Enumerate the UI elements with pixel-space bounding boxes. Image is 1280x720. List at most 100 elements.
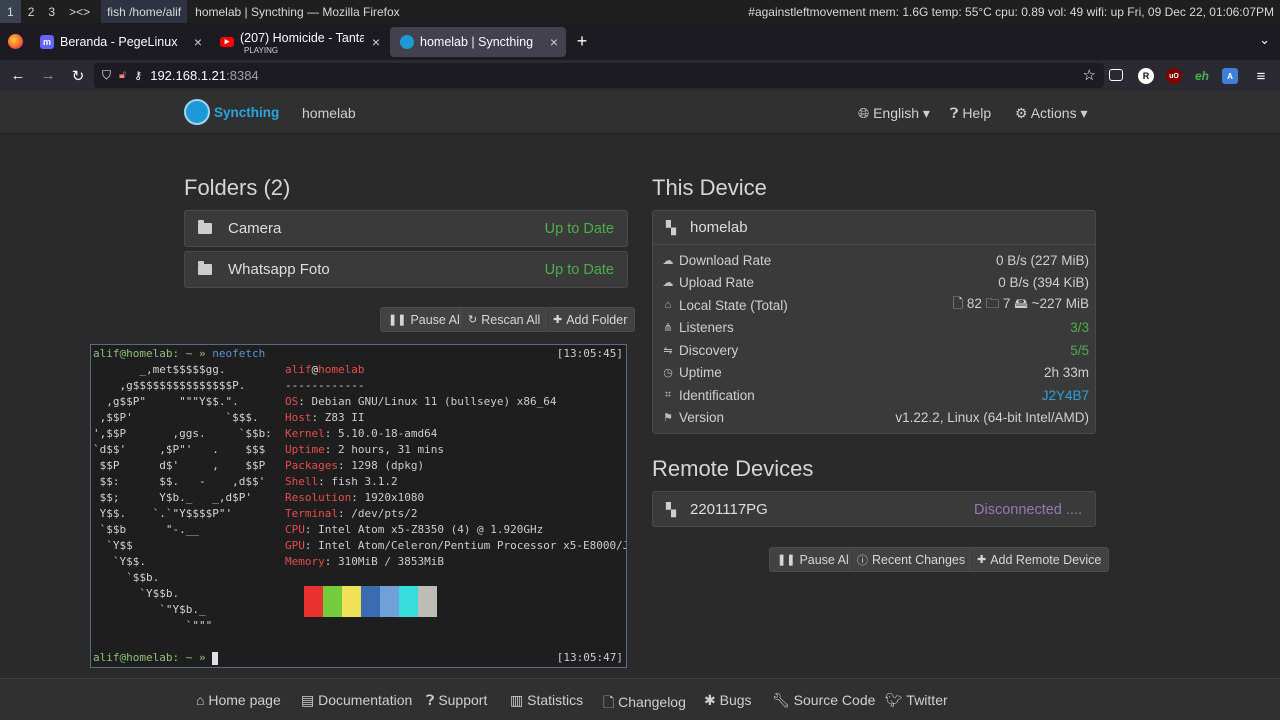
info-value: : Debian GNU/Linux 11 (bullseye) x86_64 [298, 395, 557, 408]
add-folder-button[interactable]: ✚ Add Folder [545, 307, 636, 332]
url-host: 192.168.1.21 [150, 68, 227, 83]
tab-playing-label: PLAYING [244, 45, 279, 55]
folder-state: Up to Date [544, 261, 614, 278]
tab-youtube[interactable]: ▸ (207) Homicide - Tantang PLAYING × [210, 27, 386, 57]
terminal-cursor [212, 651, 219, 665]
info-key: Packages [285, 459, 338, 472]
info-value: : 5.10.0-18-amd64 [324, 427, 438, 440]
reload-icon[interactable]: ↻ [63, 67, 93, 85]
book-icon: ▤ [301, 692, 315, 708]
extension-eh-icon[interactable]: eh [1194, 68, 1210, 84]
footer-home-page[interactable]: ⌂ Home page [196, 692, 281, 708]
forward-icon[interactable]: → [33, 67, 63, 84]
footer-statistics[interactable]: ▥ Statistics [510, 692, 583, 709]
plus-icon: ✚ [553, 314, 563, 326]
pocket-icon[interactable] [1109, 69, 1123, 81]
this-device-header[interactable]: ▚ homelab [653, 211, 1095, 245]
nav-bar: ← → ↻ ⛉ 🔓︎ ⚷ 192.168.1.21:8384 ☆ R uO eh… [0, 60, 1280, 91]
menu-icon[interactable]: ≡ [1253, 68, 1269, 85]
tab-pegelinux[interactable]: m Beranda - PegeLinux × [30, 27, 210, 57]
footer-label: Statistics [527, 692, 584, 708]
refresh-icon: ↻ [468, 314, 478, 326]
app-navbar: Syncthing homelab 🌐︎ English ▾ ❓︎ Help ⚙… [0, 91, 1280, 134]
info-line: Kernel: 5.10.0-18-amd64 [285, 426, 437, 442]
footer-bugs[interactable]: ✱ Bugs [704, 692, 752, 709]
button-label: Rescan All [481, 312, 541, 327]
palette-swatch [323, 586, 342, 617]
folder-camera[interactable]: Camera Up to Date [184, 210, 628, 247]
remote-device-2201117pg[interactable]: ▚ 2201117PG Disconnected .... [652, 491, 1096, 527]
device-row-label: Upload Rate [679, 275, 755, 291]
terminal-user: alif [285, 363, 312, 376]
terminal-window[interactable]: alif@homelab: ~ » neofetch [13:05:45] _,… [90, 344, 627, 668]
qr-code-icon: ▚ [666, 501, 676, 517]
translate-icon[interactable]: A [1222, 68, 1238, 84]
logo-line: $$: $$. - ,d$$' [93, 475, 266, 488]
extension-r-icon[interactable]: R [1138, 68, 1154, 84]
recent-changes-button[interactable]: ⓘ Recent Changes [849, 547, 974, 572]
info-key: OS [285, 395, 299, 408]
terminal-time-2: [13:05:47] [556, 651, 623, 664]
pause-icon: ❚❚ [388, 314, 407, 326]
actions-menu[interactable]: ⚙ Actions ▾ [1015, 105, 1088, 122]
wm-active-command[interactable]: fish /home/alif [101, 0, 188, 23]
device-row: ⌂ Local State (Total) 🗋 82 🗀 7 🖴 ~227 MiB [661, 294, 1089, 317]
key-icon[interactable]: ⚷ [134, 69, 142, 82]
footer-documentation[interactable]: ▤ Documentation [301, 692, 412, 709]
device-row: ⚑ Version v1.22.2, Linux (64-bit Intel/AMD… [661, 407, 1089, 430]
workspace-3[interactable]: 3 [41, 0, 62, 23]
new-tab-icon[interactable]: + [566, 31, 598, 52]
button-label: Recent Changes [872, 552, 966, 567]
button-label: Add Folder [566, 312, 628, 327]
device-row: ☁ Download Rate 0 B/s (227 MiB) [661, 249, 1090, 272]
footer-changelog[interactable]: 🗋︎ Changelog [603, 692, 686, 716]
logo-line: ,g$$$$$$$$$$$$$$$P. [93, 379, 246, 392]
device-row-value: v1.22.2, Linux (64-bit Intel/AMD) [895, 410, 1089, 426]
lock-insecure-icon[interactable]: 🔓︎ [119, 69, 126, 82]
file-icon: 🗋︎ [603, 694, 615, 710]
device-row-label: Identification [679, 387, 755, 403]
button-label: Add Remote Device [990, 552, 1102, 567]
shield-icon[interactable]: ⛉ [102, 68, 111, 83]
footer-support[interactable]: ❓︎ Support [426, 692, 487, 709]
close-icon[interactable]: × [372, 34, 380, 50]
info-value: : Z83 II [311, 411, 365, 424]
logo-line: `""" [93, 619, 213, 632]
back-icon[interactable]: ← [3, 67, 33, 84]
ublock-icon[interactable]: uO [1166, 68, 1182, 84]
pause-all-folders-button[interactable]: ❚❚ Pause All [380, 307, 471, 332]
url-bar[interactable]: ⛉ 🔓︎ ⚷ 192.168.1.21:8384 ☆ [94, 63, 1104, 88]
list-tabs-icon[interactable]: ⌄ [1259, 32, 1270, 48]
workspace-1[interactable]: 1 [0, 0, 21, 23]
logo-line: `Y$$ [93, 539, 133, 552]
url-port: :8384 [226, 68, 259, 83]
workspace-layout[interactable]: ><> [62, 0, 97, 23]
tag-icon: ⚑ [663, 412, 673, 425]
language-menu[interactable]: 🌐︎ English ▾ [858, 105, 930, 122]
device-row-value[interactable]: J2Y4B7 [1042, 388, 1089, 403]
workspace-2[interactable]: 2 [21, 0, 42, 23]
close-icon[interactable]: × [194, 34, 202, 50]
firefox-menu-icon[interactable] [0, 34, 30, 49]
folder-whatsapp[interactable]: Whatsapp Foto Up to Date [184, 251, 628, 288]
info-value: : 1920x1080 [351, 491, 425, 504]
folder-icon [198, 261, 212, 275]
info-value: : Intel Atom/Celeron/Pentium Processor x… [304, 539, 627, 552]
terminal-prompt-2: alif@homelab: ~ » [93, 651, 206, 664]
add-remote-device-button[interactable]: ✚ Add Remote Device [969, 547, 1110, 572]
bookmark-star-icon[interactable]: ☆ [1083, 66, 1096, 84]
rescan-all-button[interactable]: ↻ Rescan All [460, 307, 549, 332]
footer-source-code[interactable]: 🔧︎ Source Code [772, 692, 875, 709]
mastodon-icon: m [40, 34, 54, 49]
info-line: Packages: 1298 (dpkg) [285, 458, 424, 474]
palette-swatch [361, 586, 380, 617]
footer-twitter[interactable]: 🐦︎ Twitter [885, 692, 948, 709]
folder-state: Up to Date [544, 220, 614, 237]
info-icon: ⓘ [857, 554, 868, 567]
help-menu[interactable]: ❓︎ Help [950, 105, 991, 122]
pause-all-devices-button[interactable]: ❚❚ Pause All [769, 547, 860, 572]
close-icon[interactable]: × [550, 34, 558, 50]
remote-devices-title: Remote Devices [652, 456, 814, 481]
tab-syncthing[interactable]: homelab | Syncthing × [390, 26, 566, 57]
syncthing-brand[interactable]: Syncthing [184, 99, 279, 125]
